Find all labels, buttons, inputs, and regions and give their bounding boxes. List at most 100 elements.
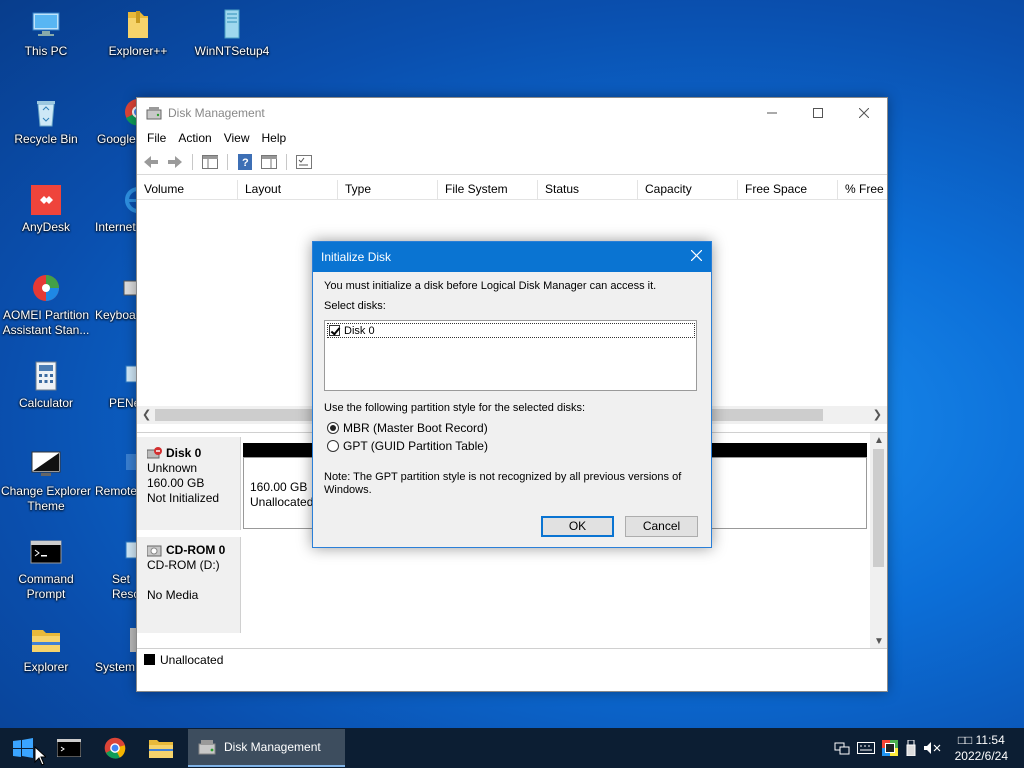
taskbar-chrome[interactable] [92,728,138,768]
desktop-icon-label: Google [97,132,136,146]
desktop-icon-change-theme[interactable]: Change Explorer Theme [0,448,92,514]
back-button[interactable] [141,152,161,172]
desktop-icon-internet[interactable]: Internet [92,184,138,235]
menu-action[interactable]: Action [172,131,217,145]
volume-muted-icon[interactable] [923,741,942,755]
column-capacity[interactable]: Capacity [638,180,738,199]
clock-date: 2022/6/24 [954,749,1008,763]
desktop-icon-anydesk[interactable]: AnyDesk [0,184,92,235]
desktop-icon-penet[interactable]: PENe [92,360,138,411]
taskbar-file-explorer[interactable] [138,728,184,768]
forward-arrow-icon [168,155,182,168]
scroll-right-icon[interactable]: ❯ [873,408,882,421]
desktop-icon-set-resolution[interactable]: Set Reso [92,536,138,602]
ok-button[interactable]: OK [541,516,614,537]
disk-0-status: Not Initialized [147,491,220,505]
taskbar-command-prompt[interactable] [46,728,92,768]
scroll-down-icon[interactable]: ▼ [874,636,884,647]
action-pane-icon [261,154,277,169]
clock[interactable]: □□ 11:54 2022/6/24 [955,732,1008,764]
desktop-icon-label: AnyDesk [21,220,71,234]
desktop-icon-explorer[interactable]: Explorer [0,624,92,675]
forward-button[interactable] [165,152,185,172]
cdrom-0-drive: CD-ROM (D:) [147,558,220,572]
desktop-icon-winntsetup[interactable]: WinNTSetup4 [186,8,278,59]
scroll-up-icon[interactable]: ▲ [874,435,884,446]
mbr-radio[interactable]: MBR (Master Boot Record) [327,421,488,435]
close-button[interactable] [841,98,887,127]
desktop-icon-this-pc[interactable]: This PC [0,8,92,59]
command-prompt-icon [57,739,81,757]
desktop-icon-recycle-bin[interactable]: Recycle Bin [0,96,92,147]
aomei-icon [33,275,59,301]
cdrom-0-row[interactable]: CD-ROM 0 CD-ROM (D:) No Media [137,537,870,633]
dialog-message: You must initialize a disk before Logica… [324,280,657,292]
scroll-left-icon[interactable]: ❮ [142,408,151,421]
disk-0-checkbox[interactable] [329,325,340,336]
desktop-icon-label: Explorer++ [108,44,168,58]
column-type[interactable]: Type [338,180,438,199]
desktop-icon-label: Calculator [18,396,74,410]
partition-style-label: Use the following partition style for th… [324,402,586,414]
column-file-system[interactable]: File System [438,180,538,199]
mbr-radio-dot[interactable] [327,422,339,434]
desktop-icon-keyboard[interactable]: Keyboa [92,272,138,323]
help-button[interactable]: ? [235,152,255,172]
desktop-icon-calculator[interactable]: Calculator [0,360,92,411]
disk-list-item[interactable]: Disk 0 [327,323,695,338]
svg-text:?: ? [242,157,249,169]
menu-view[interactable]: View [218,131,256,145]
menu-file[interactable]: File [141,131,172,145]
desktop-icon-label: PENe [109,396,138,410]
taskbar-disk-management[interactable]: Disk Management [188,729,345,767]
desktop-icon-remote[interactable]: Remote [92,448,138,499]
dialog-titlebar[interactable]: Initialize Disk [313,242,711,272]
column-layout[interactable]: Layout [238,180,338,199]
theme-icon [31,451,61,476]
desktop-icon-label: Internet [95,220,136,234]
maximize-icon [813,107,823,118]
gpt-radio[interactable]: GPT (GUID Partition Table) [327,439,488,453]
dialog-title: Initialize Disk [321,250,392,264]
properties-button[interactable] [294,152,314,172]
dialog-close-button[interactable] [681,248,711,266]
minimize-button[interactable] [749,98,795,127]
desktop-icon-command-prompt[interactable]: Command Prompt [0,536,92,602]
column-free-space[interactable]: Free Space [738,180,838,199]
cancel-button[interactable]: Cancel [625,516,698,537]
desktop-icon-label: Explorer [23,660,69,674]
desktop-icon-google[interactable]: Google [92,96,138,147]
menu-help[interactable]: Help [256,131,293,145]
desktop-icon-label: WinNTSetup4 [194,44,270,58]
scrollbar-thumb[interactable] [873,449,884,567]
maximize-button[interactable] [795,98,841,127]
disk-listbox[interactable]: Disk 0 [324,320,697,391]
window-titlebar[interactable]: Disk Management [137,98,887,127]
column-percent-free[interactable]: % Free [838,180,887,199]
disk-0-info[interactable]: Disk 0 Unknown 160.00 GB Not Initialized [137,437,241,530]
display-settings-icon[interactable] [881,740,898,756]
desktop-icon-label: Change Explorer Theme [0,484,92,513]
column-status[interactable]: Status [538,180,638,199]
desktop-icon-explorerpp[interactable]: Explorer++ [92,8,184,59]
disk-0-size: 160.00 GB [147,476,205,490]
keyboard-icon[interactable] [856,742,875,754]
toolbar-separator [192,153,193,170]
show-hide-tree-button[interactable] [200,152,220,172]
vertical-scrollbar[interactable]: ▲ ▼ [870,433,887,649]
disk-0-name: Disk 0 [166,446,202,460]
network-icon[interactable] [834,741,850,755]
legend-bar: Unallocated [137,648,887,670]
cdrom-0-info[interactable]: CD-ROM 0 CD-ROM (D:) No Media [137,537,241,633]
folder-icon [128,11,148,38]
close-icon [690,249,702,262]
gpt-radio-dot[interactable] [327,440,339,452]
close-icon [859,107,869,118]
desktop-icon-system[interactable]: System [92,624,138,675]
desktop-icon-label: AOMEI Partition Assistant Stan... [2,308,90,337]
column-volume[interactable]: Volume [137,180,238,199]
usb-drive-icon[interactable] [905,740,917,756]
folder-icon [149,740,173,758]
desktop-icon-aomei[interactable]: AOMEI Partition Assistant Stan... [0,272,92,338]
show-hide-action-pane-button[interactable] [259,152,279,172]
